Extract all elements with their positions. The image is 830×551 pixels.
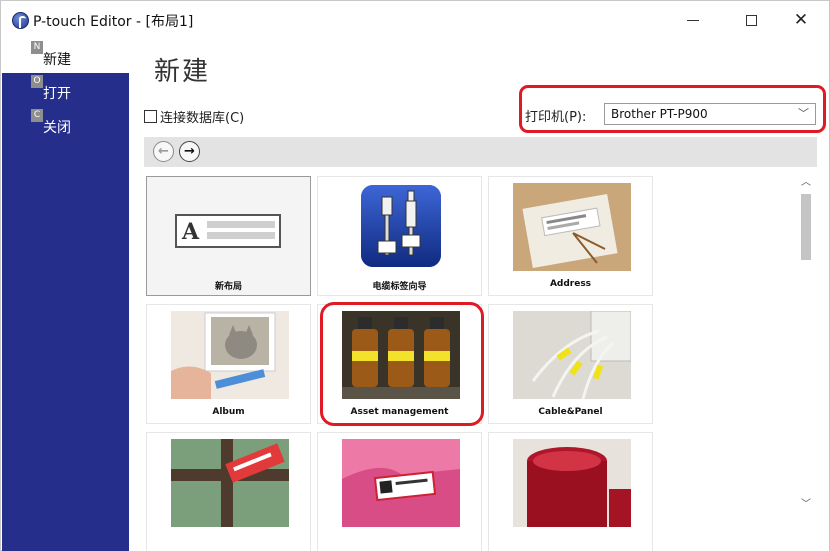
template-tile-album[interactable]: Album: [146, 304, 311, 424]
new-layout-icon: A: [175, 214, 281, 248]
template-caption: Cable&Panel: [538, 407, 603, 417]
template-caption: Address: [549, 279, 592, 289]
chevron-down-icon[interactable]: ﹀: [798, 104, 809, 124]
cable-panel-photo-icon: [513, 311, 631, 399]
cable-wizard-thumbnail: [342, 183, 460, 271]
arrow-left-icon: ←: [158, 144, 169, 159]
arrow-right-icon: →: [184, 144, 195, 159]
sidebar-item-label: 新建: [43, 52, 71, 68]
album-photo-icon: [171, 311, 289, 399]
sidebar: N 新建 O 打开 C 关闭: [2, 39, 129, 551]
checkbox-label: 连接数据库(C): [160, 111, 245, 126]
printer-label: 打印机(P):: [525, 110, 587, 125]
main-panel: 新建 连接数据库(C) 打印机(P): Brother PT-P900 ﹀ ← …: [129, 39, 829, 551]
checkbox-box[interactable]: [144, 110, 157, 123]
sidebar-item-label: 关闭: [43, 120, 71, 136]
address-photo-icon: [513, 183, 631, 271]
printer-select[interactable]: Brother PT-P900 ﹀: [604, 103, 816, 125]
new-layout-thumbnail: A: [171, 183, 289, 271]
album-thumbnail: [171, 311, 289, 399]
scroll-thumb[interactable]: [801, 194, 811, 260]
template-tile-new-layout[interactable]: A 新布局: [146, 176, 311, 296]
title-bar: P-touch Editor - [布局1] ✕: [1, 1, 829, 39]
cable-wizard-icon: [361, 185, 441, 267]
ptouch-app-icon: [12, 12, 29, 29]
minimize-button[interactable]: [679, 9, 707, 31]
template-tile-address[interactable]: Address: [488, 176, 653, 296]
forward-button[interactable]: →: [179, 141, 200, 162]
page-title: 新建: [154, 57, 211, 87]
printer-select-value: Brother PT-P900: [611, 107, 708, 121]
template-caption: 电缆标签向导: [372, 282, 427, 292]
close-button[interactable]: ✕: [787, 9, 815, 31]
asset-management-highlight-ring: [320, 302, 484, 426]
gift-tag-photo-icon: [171, 439, 289, 527]
close-icon: ✕: [793, 10, 809, 30]
maximize-button[interactable]: [737, 9, 765, 31]
window-title: P-touch Editor - [布局1]: [33, 14, 194, 30]
jam-jar-photo-icon: [513, 439, 631, 527]
scroll-up-arrow-icon[interactable]: ︿: [796, 174, 816, 192]
cable-panel-thumbnail: [513, 311, 631, 399]
template-caption: Album: [212, 407, 245, 417]
sidebar-item-label: 打开: [43, 86, 71, 102]
vertical-scrollbar[interactable]: ︿ ﹀: [796, 172, 816, 516]
template-caption: 新布局: [214, 282, 242, 292]
address-thumbnail: [513, 183, 631, 271]
sidebar-item-close[interactable]: C 关闭: [2, 107, 129, 141]
access-key-badge: N: [31, 41, 43, 54]
name-badge-photo-icon: [342, 439, 460, 527]
template-tile-cable-panel[interactable]: Cable&Panel: [488, 304, 653, 424]
connect-database-checkbox[interactable]: 连接数据库(C): [144, 107, 244, 126]
access-key-badge: O: [31, 75, 43, 88]
gift-tag-thumbnail: [171, 439, 289, 527]
template-tile-name-badge[interactable]: [317, 432, 482, 551]
sidebar-item-new[interactable]: N 新建: [2, 39, 129, 73]
template-tile-jam-jar[interactable]: [488, 432, 653, 551]
template-tile-cable-wizard[interactable]: 电缆标签向导: [317, 176, 482, 296]
template-tile-gift-tag[interactable]: [146, 432, 311, 551]
name-badge-thumbnail: [342, 439, 460, 527]
app-window: P-touch Editor - [布局1] ✕ N 新建 O 打开 C 关闭 …: [0, 0, 830, 551]
navigation-bar: ← →: [144, 137, 817, 167]
jam-jar-thumbnail: [513, 439, 631, 527]
maximize-icon: [745, 14, 757, 26]
back-button[interactable]: ←: [153, 141, 174, 162]
minimize-icon: [687, 20, 699, 21]
access-key-badge: C: [31, 109, 43, 122]
sidebar-item-open[interactable]: O 打开: [2, 73, 129, 107]
scroll-down-arrow-icon[interactable]: ﹀: [796, 496, 816, 514]
